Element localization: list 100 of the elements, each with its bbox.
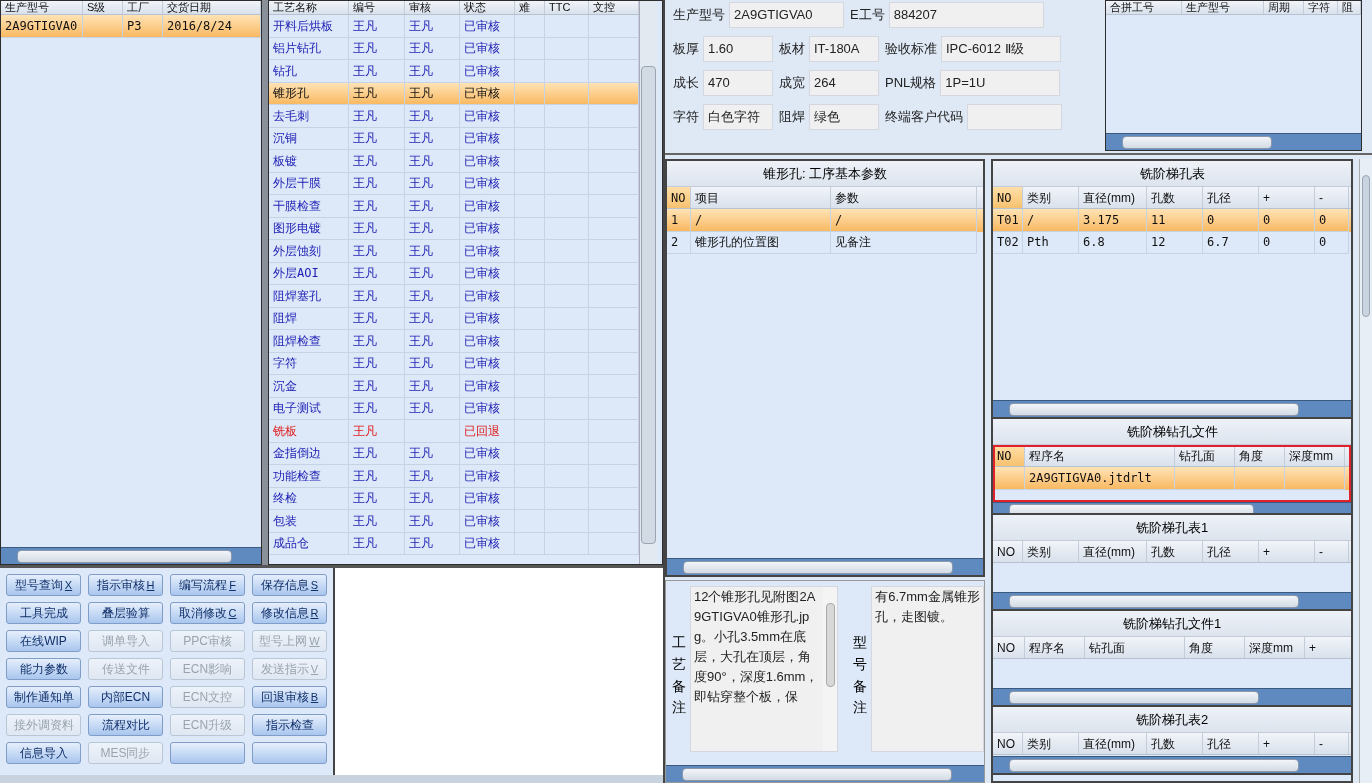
table-row[interactable]: 图形电镀 王凡 王凡 已审核 <box>269 217 639 240</box>
column-header[interactable]: 阻 <box>1338 1 1361 14</box>
column-header[interactable]: 深度mm <box>1245 637 1305 658</box>
table-row[interactable]: 阻焊塞孔 王凡 王凡 已审核 <box>269 285 639 308</box>
table-row[interactable]: 钻孔 王凡 王凡 已审核 <box>269 60 639 83</box>
table-row[interactable]: 锥形孔 王凡 王凡 已审核 <box>269 82 639 105</box>
column-header[interactable]: 深度mm <box>1285 445 1345 466</box>
table-row[interactable]: 去毛刺 王凡 王凡 已审核 <box>269 105 639 128</box>
text-field[interactable]: 2A9GTIGVA0 <box>729 2 844 28</box>
table-row[interactable]: 外层蚀刻 王凡 王凡 已审核 <box>269 240 639 263</box>
column-header[interactable]: NO <box>993 541 1023 562</box>
column-header[interactable]: 孔径 <box>1203 187 1259 208</box>
text-field[interactable]: IT-180A <box>809 36 879 62</box>
toolbar-button[interactable]: 叠层验算 <box>88 602 163 624</box>
table-row[interactable]: 2 锥形孔的位置图 见备注 <box>667 231 983 254</box>
column-header[interactable]: 周期 <box>1264 1 1304 14</box>
table-row[interactable]: 外层AOI 王凡 王凡 已审核 <box>269 262 639 285</box>
table-row[interactable]: 铝片钻孔 王凡 王凡 已审核 <box>269 37 639 60</box>
column-header[interactable]: 钻孔面 <box>1085 637 1185 658</box>
horizontal-scrollbar[interactable] <box>993 756 1351 773</box>
toolbar-button[interactable]: 流程对比 <box>88 714 163 736</box>
horizontal-scrollbar[interactable] <box>667 558 983 575</box>
toolbar-button[interactable]: 回退审核 B <box>252 686 327 708</box>
table-row[interactable]: 沉铜 王凡 王凡 已审核 <box>269 127 639 150</box>
toolbar-button[interactable]: 信息导入 <box>6 742 81 764</box>
column-header[interactable]: 项目 <box>691 187 831 208</box>
toolbar-button[interactable]: 工具完成 <box>6 602 81 624</box>
column-header[interactable]: 程序名 <box>1025 637 1085 658</box>
column-header[interactable]: 合拼工号 <box>1106 1 1182 14</box>
toolbar-button[interactable]: 能力参数 <box>6 658 81 680</box>
toolbar-button[interactable]: 指示审核 H <box>88 574 163 596</box>
table-row[interactable]: 终检 王凡 王凡 已审核 <box>269 487 639 510</box>
text-field[interactable]: 白色字符 <box>703 104 773 130</box>
text-field[interactable]: IPC-6012 Ⅱ级 <box>941 36 1061 62</box>
toolbar-button[interactable]: 型号查询 X <box>6 574 81 596</box>
column-header[interactable]: TTC <box>545 1 589 14</box>
column-header[interactable]: NO <box>993 733 1023 754</box>
table-row[interactable]: 阻焊检查 王凡 王凡 已审核 <box>269 330 639 353</box>
column-header[interactable]: 类别 <box>1023 733 1079 754</box>
table-row[interactable]: 2A9GTIGVA0 P3 2016/8/24 <box>1 15 261 38</box>
column-header[interactable]: 参数 <box>831 187 977 208</box>
column-header[interactable]: 编号 <box>349 1 405 14</box>
text-field[interactable]: 1P=1U <box>940 70 1061 96</box>
text-field[interactable]: 884207 <box>888 2 1044 28</box>
text-field[interactable]: 绿色 <box>809 104 879 130</box>
toolbar-button[interactable]: 编写流程 F <box>170 574 245 596</box>
column-header[interactable]: - <box>1315 187 1349 208</box>
table-row[interactable]: T02 Pth 6.8 12 6.7 0 0 <box>993 231 1351 254</box>
column-header[interactable]: 程序名 <box>1025 445 1175 466</box>
column-header[interactable]: 直径(mm) <box>1079 733 1147 754</box>
note-field[interactable]: 有6.7mm金属锥形孔，走图镀。 <box>871 586 984 752</box>
table-row[interactable]: 2A9GTIGVA0.jtdrlt <box>993 467 1351 490</box>
column-header[interactable]: 生产型号 <box>1 1 83 14</box>
table-row[interactable]: 电子测试 王凡 王凡 已审核 <box>269 397 639 420</box>
column-header[interactable]: 审核 <box>405 1 460 14</box>
column-header[interactable]: 工厂 <box>123 1 163 14</box>
column-header[interactable]: 孔数 <box>1147 187 1203 208</box>
column-header[interactable]: NO <box>993 637 1025 658</box>
horizontal-scrollbar[interactable] <box>993 400 1351 417</box>
text-field[interactable]: 470 <box>703 70 773 96</box>
column-header[interactable]: 类别 <box>1023 541 1079 562</box>
toolbar-button[interactable]: 内部ECN <box>88 686 163 708</box>
column-header[interactable]: 类别 <box>1023 187 1079 208</box>
vertical-scrollbar[interactable] <box>1359 159 1372 783</box>
column-header[interactable]: 直径(mm) <box>1079 187 1147 208</box>
table-row[interactable]: 功能检查 王凡 王凡 已审核 <box>269 465 639 488</box>
column-header[interactable]: S级 <box>83 1 123 14</box>
column-header[interactable]: + <box>1259 541 1315 562</box>
text-field[interactable] <box>967 104 1062 130</box>
table-row[interactable]: 字符 王凡 王凡 已审核 <box>269 352 639 375</box>
table-row[interactable]: 1 / / <box>667 209 983 232</box>
toolbar-button[interactable]: 制作通知单 <box>6 686 81 708</box>
horizontal-scrollbar[interactable] <box>666 765 984 782</box>
column-header[interactable]: 状态 <box>460 1 515 14</box>
table-row[interactable]: 包装 王凡 王凡 已审核 <box>269 510 639 533</box>
column-header[interactable]: 交货日期 <box>163 1 261 14</box>
toolbar-button[interactable]: 取消修改 C <box>170 602 245 624</box>
column-header[interactable]: + <box>1305 637 1351 658</box>
table-row[interactable]: 外层干膜 王凡 王凡 已审核 <box>269 172 639 195</box>
table-row[interactable]: 干膜检查 王凡 王凡 已审核 <box>269 195 639 218</box>
table-row[interactable]: 金指倒边 王凡 王凡 已审核 <box>269 442 639 465</box>
table-row[interactable]: 开料后烘板 王凡 王凡 已审核 <box>269 15 639 38</box>
toolbar-button[interactable]: 保存信息 S <box>252 574 327 596</box>
table-row[interactable]: 铣板 王凡 已回退 <box>269 420 639 443</box>
column-header[interactable]: 字符 <box>1304 1 1338 14</box>
column-header[interactable]: NO <box>667 187 691 208</box>
horizontal-scrollbar[interactable] <box>1106 133 1361 150</box>
note-field[interactable]: 12个锥形孔见附图2A9GTIGVA0锥形孔.jpg。小孔3.5mm在底层，大孔在顶层，角度90°，深度1.6mm，即钻穿整个板，保 <box>690 586 838 752</box>
table-row[interactable]: 板镀 王凡 王凡 已审核 <box>269 150 639 173</box>
toolbar-button[interactable]: 在线WIP <box>6 630 81 652</box>
table-row[interactable]: 沉金 王凡 王凡 已审核 <box>269 375 639 398</box>
horizontal-scrollbar[interactable] <box>993 592 1351 609</box>
column-header[interactable]: + <box>1259 187 1315 208</box>
vertical-scrollbar[interactable] <box>639 1 657 564</box>
text-field[interactable]: 1.60 <box>703 36 773 62</box>
column-header[interactable]: 孔径 <box>1203 541 1259 562</box>
toolbar-button[interactable]: 指示检查 <box>252 714 327 736</box>
table-row[interactable]: 成品仓 王凡 王凡 已审核 <box>269 532 639 555</box>
column-header[interactable]: + <box>1259 733 1315 754</box>
column-header[interactable]: 工艺名称 <box>269 1 349 14</box>
